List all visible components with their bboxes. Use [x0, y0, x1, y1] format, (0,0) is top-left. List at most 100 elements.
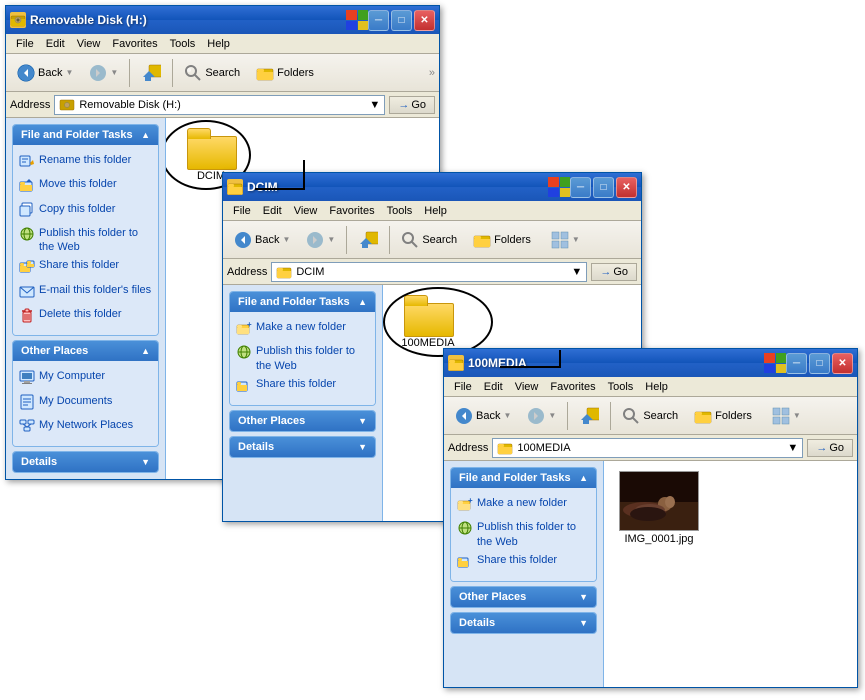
address-input-2[interactable]: DCIM ▼: [271, 262, 587, 282]
other-places-header-2[interactable]: Other Places ▼: [230, 411, 375, 431]
other-places-header-3[interactable]: Other Places ▼: [451, 587, 596, 607]
task-copy-1[interactable]: Copy this folder: [19, 200, 152, 224]
window-100media[interactable]: 100MEDIA ─ □ ✕ File Edit View Favorites …: [443, 348, 858, 688]
search-button-1[interactable]: Search: [177, 60, 247, 86]
menu-edit-3[interactable]: Edit: [478, 379, 509, 395]
svg-text:+: +: [247, 320, 252, 329]
menu-file-2[interactable]: File: [227, 203, 257, 219]
title-bar-buttons-3[interactable]: ─ □ ✕: [786, 353, 853, 374]
menu-tools-3[interactable]: Tools: [602, 379, 640, 395]
title-bar-buttons-2[interactable]: ─ □ ✕: [570, 177, 637, 198]
forward-button-2[interactable]: ▼: [299, 227, 342, 253]
task-publish-3[interactable]: Publish this folder to the Web: [457, 518, 590, 551]
minimize-button-1[interactable]: ─: [368, 10, 389, 31]
menu-favorites-1[interactable]: Favorites: [106, 36, 163, 52]
details-header-2[interactable]: Details ▼: [230, 437, 375, 457]
search-button-2[interactable]: Search: [394, 227, 464, 253]
go-button-1[interactable]: → Go: [389, 96, 435, 114]
menu-tools-1[interactable]: Tools: [164, 36, 202, 52]
search-label-3: Search: [643, 410, 678, 422]
task-share-1[interactable]: Share this folder: [19, 256, 152, 280]
task-new-folder-3[interactable]: + Make a new folder: [457, 494, 590, 518]
view-button-2[interactable]: ▼: [544, 227, 587, 253]
other-places-title-3: Other Places: [459, 591, 526, 603]
forward-button-1[interactable]: ▼: [82, 60, 125, 86]
my-documents-1[interactable]: My Documents: [19, 392, 152, 416]
title-bar-1[interactable]: Removable Disk (H:) ─ □ ✕: [6, 6, 439, 34]
window-icon-2: [227, 179, 243, 195]
go-button-2[interactable]: → Go: [591, 263, 637, 281]
back-button-1[interactable]: Back ▼: [10, 60, 80, 86]
menu-edit-1[interactable]: Edit: [40, 36, 71, 52]
my-network-1[interactable]: My Network Places: [19, 416, 152, 440]
file-folder-tasks-header-1[interactable]: File and Folder Tasks ▲: [13, 125, 158, 145]
back-label-1: Back: [38, 67, 62, 79]
menu-view-1[interactable]: View: [71, 36, 107, 52]
file-folder-tasks-body-1: Rename this folder Move this folder: [13, 145, 158, 335]
file-folder-tasks-header-2[interactable]: File and Folder Tasks ▲: [230, 292, 375, 312]
task-share-2[interactable]: Share this folder: [236, 375, 369, 399]
maximize-button-2[interactable]: □: [593, 177, 614, 198]
minimize-button-2[interactable]: ─: [570, 177, 591, 198]
task-share-3[interactable]: Share this folder: [457, 551, 590, 575]
menu-file-1[interactable]: File: [10, 36, 40, 52]
details-header-3[interactable]: Details ▼: [451, 613, 596, 633]
menu-favorites-2[interactable]: Favorites: [323, 203, 380, 219]
back-label-2: Back: [255, 234, 279, 246]
menu-favorites-3[interactable]: Favorites: [544, 379, 601, 395]
menu-file-3[interactable]: File: [448, 379, 478, 395]
close-button-3[interactable]: ✕: [832, 353, 853, 374]
window-icon-3: [448, 355, 464, 371]
up-button-3[interactable]: [572, 402, 606, 430]
task-delete-1[interactable]: Delete this folder: [19, 305, 152, 329]
back-icon-2: [234, 231, 252, 249]
address-input-1[interactable]: Removable Disk (H:) ▼: [54, 95, 385, 115]
menu-view-2[interactable]: View: [288, 203, 324, 219]
view-button-3[interactable]: ▼: [765, 403, 808, 429]
up-button-1[interactable]: [134, 59, 168, 87]
address-dropdown-2: ▼: [571, 266, 582, 278]
back-button-3[interactable]: Back ▼: [448, 403, 518, 429]
menu-help-2[interactable]: Help: [418, 203, 453, 219]
share-icon-1: [19, 258, 35, 278]
image-item-3[interactable]: IMG_0001.jpg: [614, 471, 704, 545]
search-button-3[interactable]: Search: [615, 403, 685, 429]
back-button-2[interactable]: Back ▼: [227, 227, 297, 253]
task-rename-1[interactable]: Rename this folder: [19, 151, 152, 175]
other-places-header-1[interactable]: Other Places ▲: [13, 341, 158, 361]
title-bar-2[interactable]: DCIM ─ □ ✕: [223, 173, 641, 201]
details-header-1[interactable]: Details ▼: [13, 452, 158, 472]
go-button-3[interactable]: → Go: [807, 439, 853, 457]
menu-tools-2[interactable]: Tools: [381, 203, 419, 219]
menu-view-3[interactable]: View: [509, 379, 545, 395]
forward-button-3[interactable]: ▼: [520, 403, 563, 429]
task-publish-1[interactable]: Publish this folder to the Web: [19, 224, 152, 257]
title-bar-buttons-1[interactable]: ─ □ ✕: [368, 10, 435, 31]
task-new-folder-2[interactable]: + Make a new folder: [236, 318, 369, 342]
forward-arrow-1: ▼: [110, 68, 118, 77]
task-move-1[interactable]: Move this folder: [19, 175, 152, 199]
folders-button-2[interactable]: Folders: [466, 227, 538, 253]
close-button-2[interactable]: ✕: [616, 177, 637, 198]
minimize-button-3[interactable]: ─: [786, 353, 807, 374]
100media-folder[interactable]: 100MEDIA: [393, 295, 463, 349]
title-bar-3[interactable]: 100MEDIA ─ □ ✕: [444, 349, 857, 377]
task-publish-2[interactable]: Publish this folder to the Web: [236, 342, 369, 375]
op-chevron-2: ▼: [358, 416, 367, 426]
maximize-button-3[interactable]: □: [809, 353, 830, 374]
task-email-1[interactable]: E-mail this folder's files: [19, 281, 152, 305]
menu-help-1[interactable]: Help: [201, 36, 236, 52]
folders-button-3[interactable]: Folders: [687, 403, 759, 429]
left-panel-1: File and Folder Tasks ▲ Rename this fold…: [6, 118, 166, 479]
folders-button-1[interactable]: Folders: [249, 60, 321, 86]
maximize-button-1[interactable]: □: [391, 10, 412, 31]
up-button-2[interactable]: [351, 226, 385, 254]
file-folder-tasks-header-3[interactable]: File and Folder Tasks ▲: [451, 468, 596, 488]
menu-help-3[interactable]: Help: [639, 379, 674, 395]
my-computer-1[interactable]: My Computer: [19, 367, 152, 391]
network-icon-1: [19, 418, 35, 438]
address-input-3[interactable]: 100MEDIA ▼: [492, 438, 803, 458]
close-button-1[interactable]: ✕: [414, 10, 435, 31]
sep-3b: [610, 402, 611, 430]
menu-edit-2[interactable]: Edit: [257, 203, 288, 219]
